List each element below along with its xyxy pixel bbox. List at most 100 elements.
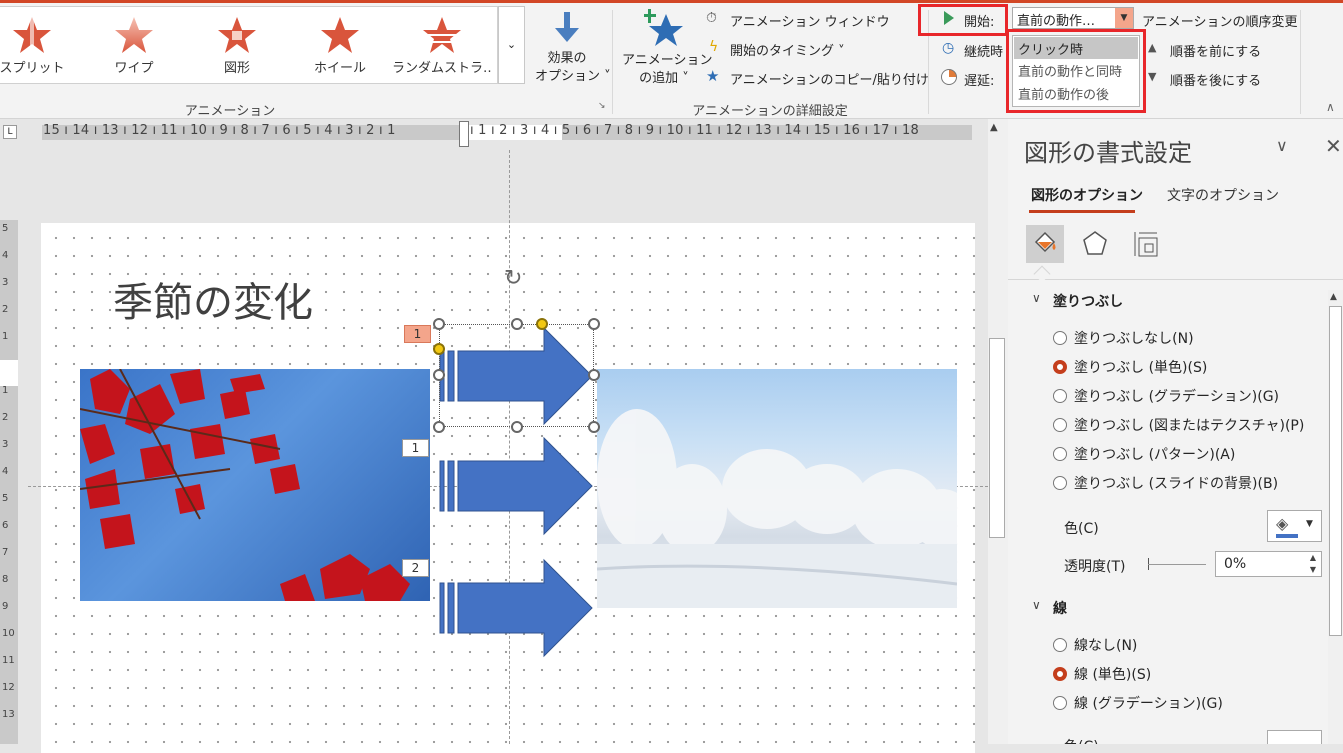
fill-section-header[interactable]: 塗りつぶし (1053, 291, 1123, 311)
split-star-icon (13, 17, 51, 53)
resize-handle[interactable] (588, 421, 600, 433)
effects-tab[interactable] (1082, 230, 1108, 262)
radio-gradient-line[interactable] (1053, 696, 1067, 710)
gallery-label: 図形 (223, 61, 250, 76)
spinner-icon[interactable]: ▲ ▼ (1310, 552, 1316, 576)
duration-label: 継続時 (964, 45, 1004, 60)
resize-handle[interactable] (588, 369, 600, 381)
pane-options-chevron-icon[interactable]: ∨ (1276, 136, 1288, 155)
start-dropdown[interactable]: 直前の動作… ▼ (1012, 7, 1134, 29)
pane-scrollbar-thumb[interactable] (1329, 306, 1342, 636)
paint-bucket-icon (1034, 231, 1056, 253)
radio-solid-fill[interactable] (1053, 360, 1067, 374)
scroll-up-icon[interactable]: ▲ (1330, 292, 1337, 302)
tab-shape-options[interactable]: 図形のオプション (1031, 185, 1143, 205)
effect-options-button[interactable]: 効果の オプション ˅ (535, 10, 611, 94)
resize-handle[interactable] (511, 318, 523, 330)
chevron-down-icon[interactable]: ∨ (1032, 291, 1041, 305)
animation-gallery: スプリット ワイプ 図形 ホイール ランダムストラ… (0, 6, 498, 84)
vruler-number: 2 (2, 304, 9, 315)
radio-no-fill[interactable] (1053, 331, 1067, 345)
gallery-label: ホイール (313, 61, 366, 76)
arrow-shape-2 (439, 436, 593, 536)
shape-star-icon (218, 17, 256, 53)
arrow-shape-3 (439, 558, 593, 658)
scroll-up-icon[interactable]: ▲ (990, 122, 998, 133)
tab-text-options[interactable]: 文字のオプション (1167, 185, 1279, 205)
vruler-number: 6 (2, 520, 9, 531)
rotate-handle-icon[interactable]: ↻ (504, 266, 522, 291)
option-with-previous[interactable]: 直前の動作と同時 (1018, 61, 1122, 80)
vruler-number: 10 (2, 628, 15, 639)
move-earlier-button[interactable]: ▲ 順番を前にする (1148, 40, 1328, 60)
fill-option-label: 塗りつぶし (グラデーション)(G) (1074, 389, 1280, 405)
resize-handle[interactable] (511, 421, 523, 433)
scrollbar-thumb[interactable] (989, 338, 1005, 538)
indent-marker[interactable] (459, 121, 469, 147)
lightning-icon: ϟ (709, 39, 719, 55)
animation-tag[interactable]: 2 (402, 559, 429, 577)
radio-background-fill[interactable] (1053, 476, 1067, 490)
gallery-more-button[interactable]: ⌄ (498, 6, 525, 84)
size-layout-icon (1134, 232, 1158, 257)
divider (612, 10, 613, 114)
move-later-label: 順番を後にする (1170, 74, 1262, 89)
tab-selector[interactable]: L (3, 125, 17, 139)
size-properties-tab[interactable] (1133, 230, 1161, 262)
line-color-button[interactable] (1267, 730, 1322, 744)
radio-solid-line[interactable] (1053, 667, 1067, 681)
slide-title[interactable]: 季節の変化 (113, 270, 313, 328)
gallery-item-wheel[interactable]: ホイール (290, 7, 390, 85)
transparency-slider[interactable] (1148, 564, 1206, 565)
fill-option-label: 塗りつぶし (単色)(S) (1074, 360, 1208, 376)
fill-option-label: 塗りつぶし (パターン)(A) (1074, 447, 1236, 463)
wipe-star-icon (115, 17, 153, 53)
start-timing-button[interactable]: ϟ 開始のタイミング ˅ (706, 39, 906, 59)
triangle-up-icon: ▲ (1148, 41, 1157, 54)
gallery-item-random-bars[interactable]: ランダムストラ… (392, 7, 492, 85)
transparency-input[interactable]: 0% ▲ ▼ (1215, 551, 1322, 577)
animation-tag[interactable]: 1 (402, 439, 429, 457)
effect-options-label-1: 効果の (547, 51, 587, 66)
resize-handle[interactable] (433, 421, 445, 433)
close-icon[interactable]: ✕ (1325, 134, 1342, 158)
add-star-icon (643, 9, 683, 46)
dialog-launcher-icon[interactable]: ↘ (598, 101, 606, 111)
fill-option-label: 塗りつぶし (図またはテクスチャ)(P) (1074, 418, 1305, 434)
fill-option-label: 塗りつぶし (スライドの背景)(B) (1074, 476, 1279, 492)
gallery-item-wipe[interactable]: ワイプ (84, 7, 184, 85)
radio-gradient-fill[interactable] (1053, 389, 1067, 403)
autumn-leaves-image[interactable] (80, 369, 430, 601)
vertical-ruler: 5 4 3 2 1 1 2 3 4 5 6 7 8 9 10 11 12 13 (0, 220, 18, 744)
resize-handle[interactable] (433, 318, 445, 330)
line-section-header[interactable]: 線 (1053, 598, 1067, 618)
gallery-item-split[interactable]: スプリット (0, 7, 82, 85)
animation-painter-button[interactable]: ★ アニメーションのコピー/貼り付け (706, 67, 929, 88)
vruler-number: 8 (2, 574, 9, 585)
move-later-button[interactable]: ▼ 順番を後にする (1148, 69, 1328, 89)
start-label: 開始: (964, 15, 995, 30)
vruler-text-area (0, 360, 18, 386)
vruler-number: 5 (2, 223, 9, 234)
resize-handle[interactable] (588, 318, 600, 330)
snowy-landscape-image[interactable] (597, 369, 957, 608)
star-brush-icon: ★ (706, 67, 720, 85)
fill-line-tab[interactable] (1026, 225, 1064, 263)
option-after-previous[interactable]: 直前の動作の後 (1018, 84, 1109, 103)
fill-color-button[interactable]: ◈ ▼ (1267, 510, 1322, 542)
radio-picture-fill[interactable] (1053, 418, 1067, 432)
radio-no-line[interactable] (1053, 638, 1067, 652)
collapse-ribbon-icon[interactable]: ∧ (1326, 100, 1335, 114)
gallery-item-shape[interactable]: 図形 (187, 7, 287, 85)
chevron-down-icon[interactable]: ∨ (1032, 598, 1041, 612)
option-on-click[interactable]: クリック時 (1014, 37, 1138, 59)
animation-tag[interactable]: 1 (404, 325, 431, 343)
animation-window-label: アニメーション ウィンドウ (730, 15, 890, 30)
resize-handle[interactable] (433, 369, 445, 381)
delay-label: 遅延: (964, 74, 995, 89)
adjust-handle[interactable] (433, 343, 445, 355)
adjust-handle[interactable] (536, 318, 548, 330)
add-animation-button[interactable]: アニメーション の追加 ˅ (622, 8, 712, 94)
pentagon-icon (1083, 231, 1107, 255)
radio-pattern-fill[interactable] (1053, 447, 1067, 461)
